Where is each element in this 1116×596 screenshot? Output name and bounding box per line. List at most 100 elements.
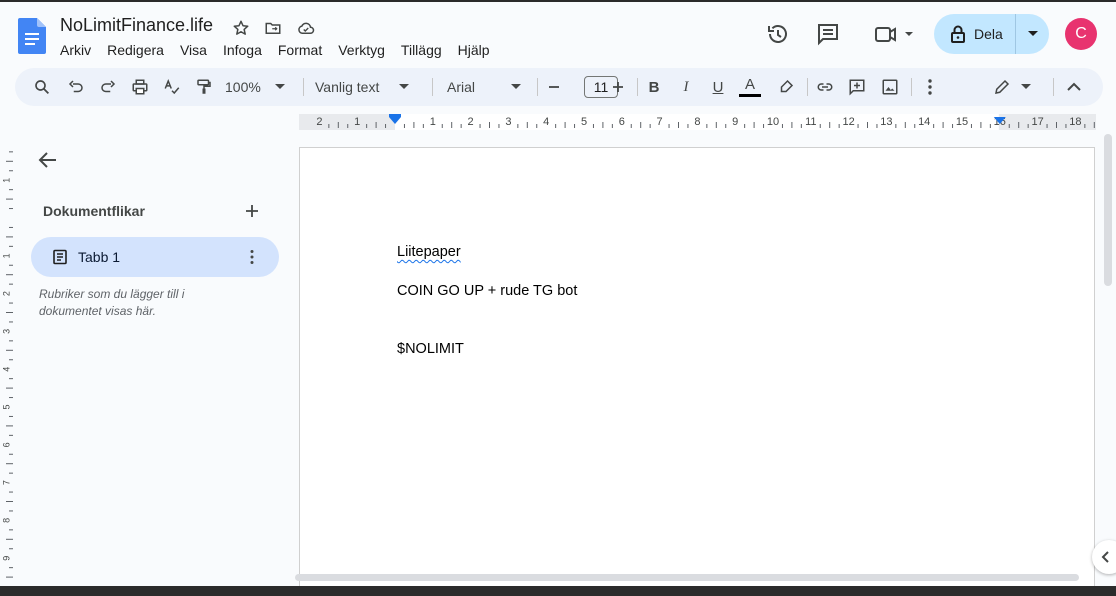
chevron-down-icon xyxy=(511,84,522,89)
document-line-2[interactable]: COIN GO UP + rude TG bot xyxy=(397,283,577,299)
star-icon[interactable] xyxy=(231,18,251,38)
vruler-label: 9 xyxy=(1,556,11,561)
vruler-label: 3 xyxy=(1,329,11,334)
vruler-label: 1 xyxy=(1,253,11,258)
spellcheck-icon[interactable] xyxy=(161,75,183,99)
ruler-label: 14 xyxy=(918,116,930,128)
ruler-label: 13 xyxy=(880,116,892,128)
menu-arkiv[interactable]: Arkiv xyxy=(52,41,99,59)
horizontal-scrollbar[interactable] xyxy=(295,574,1079,581)
add-comment-icon[interactable] xyxy=(846,75,868,99)
search-menus-icon[interactable] xyxy=(31,75,53,99)
text-color-label: A xyxy=(744,76,755,93)
toolbar: 100% Vanlig text Arial 11 B I U A xyxy=(15,68,1103,106)
ruler-label: 12 xyxy=(842,116,854,128)
ruler-label: 7 xyxy=(657,116,663,128)
highlight-icon[interactable] xyxy=(775,75,797,99)
font-family-value: Arial xyxy=(447,79,476,95)
document-page[interactable]: Liitepaper COIN GO UP + rude TG bot $NOL… xyxy=(299,147,1095,587)
print-icon[interactable] xyxy=(129,75,151,99)
ruler-label: 5 xyxy=(581,116,587,128)
vruler-label: 2 xyxy=(1,291,11,296)
ruler-label: 3 xyxy=(505,116,511,128)
sidebar-item-tab-1[interactable]: Tabb 1 xyxy=(31,237,279,277)
vertical-scrollbar[interactable] xyxy=(1104,134,1112,286)
document-tabs-title: Dokumentflikar xyxy=(43,203,145,219)
os-taskbar xyxy=(0,586,1116,596)
ruler-label: 11 xyxy=(805,116,816,128)
share-dropdown-button[interactable] xyxy=(1016,14,1049,54)
ruler-label: 2 xyxy=(316,116,322,128)
move-folder-icon[interactable] xyxy=(263,18,283,38)
chevron-down-icon xyxy=(1021,84,1031,89)
document-title[interactable]: NoLimitFinance.life xyxy=(60,15,213,36)
zoom-select[interactable]: 100% xyxy=(225,75,289,99)
toolbar-divider xyxy=(911,78,912,96)
chevron-down-icon xyxy=(399,84,410,89)
menu-visa[interactable]: Visa xyxy=(172,41,215,59)
vruler-label: 5 xyxy=(1,404,11,409)
text-color-button[interactable]: A xyxy=(739,75,761,99)
history-icon[interactable] xyxy=(764,20,792,48)
ruler-label: 17 xyxy=(1031,116,1043,128)
bold-button[interactable]: B xyxy=(646,75,662,99)
font-family-select[interactable]: Arial xyxy=(447,75,525,99)
ruler-label: 4 xyxy=(543,116,549,128)
tab-options-icon[interactable] xyxy=(250,249,254,265)
first-line-indent-marker xyxy=(389,114,401,117)
menu-bar: Arkiv Redigera Visa Infoga Format Verkty… xyxy=(52,41,498,59)
cloud-saved-icon[interactable] xyxy=(296,18,316,38)
undo-icon[interactable] xyxy=(65,75,87,99)
italic-button[interactable]: I xyxy=(678,75,694,99)
redo-icon[interactable] xyxy=(97,75,119,99)
lock-icon xyxy=(951,25,965,43)
toolbar-divider xyxy=(807,78,808,96)
top-bar: NoLimitFinance.life Arkiv Redigera Visa … xyxy=(0,0,1116,66)
underline-button[interactable]: U xyxy=(710,75,726,99)
hide-menus-icon[interactable] xyxy=(1063,75,1085,99)
paragraph-style-value: Vanlig text xyxy=(315,79,380,95)
tab-label: Tabb 1 xyxy=(78,249,121,265)
avatar[interactable]: C xyxy=(1065,18,1097,50)
ruler-label: 6 xyxy=(619,116,625,128)
comments-icon[interactable] xyxy=(814,20,842,48)
vruler-label: 6 xyxy=(1,442,11,447)
paint-format-icon[interactable] xyxy=(193,75,215,99)
chevron-down-icon xyxy=(1027,31,1038,36)
menu-redigera[interactable]: Redigera xyxy=(99,41,172,59)
more-options-icon[interactable] xyxy=(921,75,939,99)
ruler-label: 1 xyxy=(430,116,436,128)
ruler-label: 1 xyxy=(354,116,360,128)
zoom-value: 100% xyxy=(225,79,261,95)
paragraph-style-select[interactable]: Vanlig text xyxy=(315,75,419,99)
back-arrow-icon[interactable] xyxy=(36,148,60,172)
menu-tillagg[interactable]: Tillägg xyxy=(393,41,450,59)
horizontal-ruler[interactable]: 21123456789101112131415161718 xyxy=(299,114,1096,130)
toolbar-divider xyxy=(432,78,433,96)
add-tab-icon[interactable] xyxy=(242,201,262,221)
vruler-label: 7 xyxy=(1,480,11,485)
text-color-swatch xyxy=(739,94,761,97)
vruler-label: 4 xyxy=(1,367,11,372)
vruler-label: 1 xyxy=(1,178,11,183)
toolbar-divider xyxy=(1053,78,1054,96)
menu-hjalp[interactable]: Hjälp xyxy=(450,41,498,59)
ruler-margin-left xyxy=(299,114,395,130)
link-icon[interactable] xyxy=(814,75,836,99)
chevron-left-icon xyxy=(1101,551,1109,563)
menu-infoga[interactable]: Infoga xyxy=(215,41,270,59)
document-tab-icon xyxy=(53,249,67,265)
menu-format[interactable]: Format xyxy=(270,41,330,59)
insert-image-icon[interactable] xyxy=(879,75,901,99)
increase-font-size-icon[interactable] xyxy=(610,75,626,99)
document-line-3[interactable]: $NOLIMIT xyxy=(397,341,464,357)
ruler-label: 18 xyxy=(1069,116,1081,128)
share-button[interactable]: Dela xyxy=(934,14,1016,54)
decrease-font-size-icon[interactable] xyxy=(546,75,562,99)
docs-logo-icon[interactable] xyxy=(18,18,46,54)
document-line-1[interactable]: Liitepaper xyxy=(397,244,461,260)
meet-icon[interactable] xyxy=(868,20,918,48)
menu-verktyg[interactable]: Verktyg xyxy=(330,41,393,59)
vertical-ruler[interactable]: 1 1 2 3 4 5 6 7 8 9 xyxy=(0,140,14,586)
editing-mode-select[interactable] xyxy=(981,75,1043,99)
